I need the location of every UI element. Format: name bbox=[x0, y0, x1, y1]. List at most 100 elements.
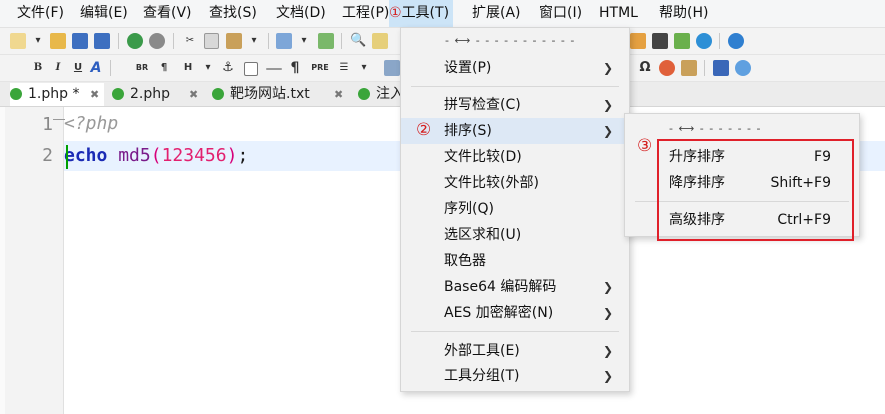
annotation-highlight-box bbox=[657, 139, 854, 241]
menu-tear-off[interactable]: - ⟷ - - - - - - - bbox=[669, 122, 762, 135]
tab-target-site-txt[interactable]: 靶场网站.txt ✖ bbox=[212, 83, 352, 106]
annotation-badge-2: ② bbox=[416, 120, 432, 140]
omega-icon[interactable]: Ω bbox=[637, 60, 653, 76]
tab-label: 1.php * bbox=[28, 86, 80, 102]
chevron-right-icon: ❯ bbox=[602, 344, 613, 358]
chevron-down-icon[interactable]: ▾ bbox=[246, 33, 262, 49]
line-number: 1 bbox=[42, 114, 53, 135]
line-number-gutter: 1 2 bbox=[5, 107, 65, 414]
underline-icon[interactable]: U bbox=[70, 60, 86, 76]
chevron-right-icon: ❯ bbox=[602, 369, 613, 383]
code-line-1[interactable]: <?php bbox=[64, 113, 118, 134]
code-keyword: echo bbox=[64, 145, 108, 166]
chevron-down-icon[interactable]: ▾ bbox=[296, 33, 312, 49]
tab-1-php[interactable]: 1.php * ✖ bbox=[10, 83, 104, 106]
menu-item-aes[interactable]: AES 加密解密(N) ❯ bbox=[401, 300, 629, 326]
menu-file[interactable]: 文件(F) bbox=[17, 0, 64, 27]
menu-tools[interactable]: ①工具(T) bbox=[389, 0, 454, 27]
menu-item-file-compare-external[interactable]: 文件比较(外部) bbox=[401, 170, 629, 196]
anchor-icon[interactable]: ⚓ bbox=[220, 60, 236, 76]
redo-icon[interactable] bbox=[149, 33, 165, 49]
menu-project[interactable]: 工程(P) bbox=[342, 0, 389, 27]
chevron-down-icon[interactable]: ▾ bbox=[356, 60, 372, 76]
menu-separator bbox=[411, 331, 619, 332]
cut-icon[interactable]: ✂ bbox=[182, 33, 198, 49]
paragraph-icon[interactable]: ¶ bbox=[156, 60, 172, 76]
code-function: md5 bbox=[118, 145, 151, 166]
tab-2-php[interactable]: 2.php ✖ bbox=[112, 83, 202, 106]
preview-icon[interactable] bbox=[735, 60, 751, 76]
code-number: 123456 bbox=[161, 145, 227, 166]
pre-icon[interactable]: PRE bbox=[310, 60, 330, 76]
list-icon[interactable]: ☰ bbox=[336, 60, 352, 76]
save-icon[interactable] bbox=[72, 33, 88, 49]
italic-icon[interactable]: I bbox=[50, 60, 66, 76]
find-icon[interactable]: 🔍 bbox=[350, 33, 366, 49]
tab-label: 靶场网站.txt bbox=[230, 86, 310, 102]
menu-window[interactable]: 窗口(I) bbox=[539, 0, 582, 27]
close-icon[interactable]: ✖ bbox=[334, 83, 343, 106]
help-icon[interactable] bbox=[728, 33, 744, 49]
color-icon[interactable] bbox=[659, 60, 675, 76]
menu-item-file-compare[interactable]: 文件比较(D) bbox=[401, 144, 629, 170]
paragraph-mark-icon[interactable]: ¶ bbox=[287, 60, 303, 76]
menu-separator bbox=[411, 86, 619, 87]
copy-icon[interactable] bbox=[204, 33, 219, 49]
font-icon[interactable]: A bbox=[88, 60, 104, 76]
console-icon[interactable] bbox=[652, 33, 668, 49]
code-paren-close: ) bbox=[226, 145, 238, 166]
browser-icon[interactable] bbox=[696, 33, 712, 49]
menu-item-settings[interactable]: 设置(P) ❯ bbox=[401, 55, 629, 81]
annotation-badge-3: ③ bbox=[637, 136, 653, 156]
undo-icon[interactable] bbox=[127, 33, 143, 49]
line-number: 2 bbox=[42, 145, 53, 166]
chevron-down-icon[interactable]: ▾ bbox=[30, 33, 46, 49]
close-icon[interactable]: ✖ bbox=[90, 83, 99, 106]
menu-view[interactable]: 查看(V) bbox=[143, 0, 192, 27]
menu-item-spell-check[interactable]: 拼写检查(C) ❯ bbox=[401, 92, 629, 118]
replace-icon[interactable] bbox=[372, 33, 388, 49]
media-icon[interactable] bbox=[681, 60, 697, 76]
menu-find[interactable]: 查找(S) bbox=[209, 0, 257, 27]
line-break-icon[interactable]: BR bbox=[132, 60, 152, 76]
menubar: 文件(F) 编辑(E) 查看(V) 查找(S) 文档(D) 工程(P) ①工具(… bbox=[0, 0, 885, 28]
tool-icon[interactable] bbox=[630, 33, 646, 49]
hr-icon[interactable] bbox=[266, 68, 282, 70]
menu-item-external-tools[interactable]: 外部工具(E) ❯ bbox=[401, 338, 629, 364]
chevron-right-icon: ❯ bbox=[602, 124, 613, 138]
chevron-right-icon: ❯ bbox=[602, 280, 613, 294]
table-icon[interactable] bbox=[244, 62, 258, 76]
heading-icon[interactable]: H bbox=[180, 60, 196, 76]
menu-document[interactable]: 文档(D) bbox=[276, 0, 326, 27]
html-icon[interactable] bbox=[713, 60, 729, 76]
close-icon[interactable]: ✖ bbox=[189, 83, 198, 106]
menu-html[interactable]: HTML bbox=[599, 0, 638, 27]
menu-item-tool-groups[interactable]: 工具分组(T) ❯ bbox=[401, 363, 629, 389]
php-file-icon bbox=[10, 88, 22, 100]
toolbar-separator bbox=[110, 60, 111, 76]
save-all-icon[interactable] bbox=[94, 33, 110, 49]
open-folder-icon[interactable] bbox=[50, 33, 66, 49]
menu-item-sequence[interactable]: 序列(Q) bbox=[401, 196, 629, 222]
wrap-icon[interactable] bbox=[276, 33, 292, 49]
paste-icon[interactable] bbox=[226, 33, 242, 49]
menu-extensions[interactable]: 扩展(A) bbox=[472, 0, 521, 27]
chevron-right-icon: ❯ bbox=[602, 61, 613, 75]
new-file-icon[interactable] bbox=[10, 33, 26, 49]
image-icon[interactable] bbox=[384, 60, 400, 76]
toolbar-separator bbox=[268, 33, 269, 49]
menu-item-sort[interactable]: ② 排序(S) ❯ bbox=[401, 118, 629, 144]
toolbar-separator bbox=[704, 60, 705, 76]
chevron-down-icon[interactable]: ▾ bbox=[200, 60, 216, 76]
column-icon[interactable] bbox=[318, 33, 334, 49]
menu-item-base64[interactable]: Base64 编码解码 ❯ bbox=[401, 274, 629, 300]
grid-icon[interactable] bbox=[674, 33, 690, 49]
bold-icon[interactable]: B bbox=[30, 60, 46, 76]
code-line-2[interactable]: echo md5(123456); bbox=[64, 145, 248, 166]
menu-tear-off[interactable]: - ⟷ - - - - - - - - - - - bbox=[445, 34, 575, 47]
menu-help[interactable]: 帮助(H) bbox=[659, 0, 708, 27]
menu-edit[interactable]: 编辑(E) bbox=[80, 0, 128, 27]
code-paren-open: ( bbox=[150, 145, 162, 166]
menu-item-color-picker[interactable]: 取色器 bbox=[401, 248, 629, 274]
menu-item-selection-sum[interactable]: 选区求和(U) bbox=[401, 222, 629, 248]
